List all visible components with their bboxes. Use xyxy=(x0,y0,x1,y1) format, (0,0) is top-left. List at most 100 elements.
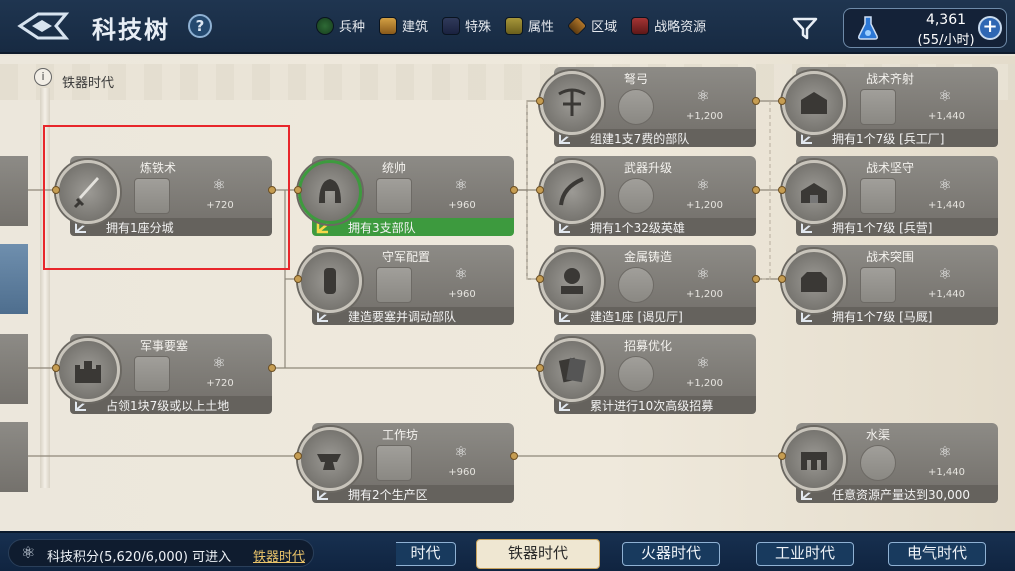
connector-dot xyxy=(778,452,786,460)
legend-label: 区域 xyxy=(591,20,618,35)
tech-cost: +960 xyxy=(448,289,476,300)
connector-dot xyxy=(752,275,760,283)
anvil-icon xyxy=(298,427,362,491)
tab-electric-age[interactable]: 电气时代 xyxy=(888,542,986,566)
top-bar: 科技树 ? 兵种 建筑 特殊 属性 区域 战略资源 4,361 (55/小时) … xyxy=(0,0,1015,54)
tech-card-aqueduct[interactable]: 水渠 ⚛ +1,440 任意资源产量达到30,000 xyxy=(782,423,998,503)
connector-dot xyxy=(536,186,544,194)
tab-iron-age[interactable]: 铁器时代 xyxy=(476,539,600,569)
tech-condition: 组建1支7费的部队 xyxy=(590,132,690,146)
offscreen-card-stub[interactable] xyxy=(0,244,28,314)
atom-icon: ⚛ xyxy=(21,543,36,562)
tech-cost: +720 xyxy=(206,378,234,389)
tech-condition: 拥有1个32级英雄 xyxy=(590,221,685,235)
legend-attribute[interactable]: 属性 xyxy=(505,16,554,35)
unit-swatch-icon xyxy=(316,16,334,35)
tech-card-tactical-volley[interactable]: 战术齐射 ⚛ +1,440 拥有1个7级 [兵工厂] xyxy=(782,67,998,147)
connector-dot xyxy=(752,186,760,194)
tech-name: 工作坊 xyxy=(382,428,419,442)
tech-card-tactical-breakout[interactable]: 战术突围 ⚛ +1,440 拥有1个7级 [马厩] xyxy=(782,245,998,325)
statue-icon xyxy=(540,249,604,313)
region-swatch-icon xyxy=(566,15,588,36)
add-resource-button[interactable]: + xyxy=(978,16,1002,40)
tab-industrial-age[interactable]: 工业时代 xyxy=(756,542,854,566)
connector-dot xyxy=(752,97,760,105)
connector-dot xyxy=(52,364,60,372)
helmet-icon xyxy=(298,160,362,224)
tech-condition: 任意资源产量达到30,000 xyxy=(832,488,970,502)
region-badge-icon xyxy=(376,445,412,481)
tab-firearm-age[interactable]: 火器时代 xyxy=(622,542,720,566)
back-icon[interactable] xyxy=(16,10,72,42)
legend-special[interactable]: 特殊 xyxy=(442,16,491,35)
connector-dot xyxy=(778,275,786,283)
tech-cost: +1,440 xyxy=(928,467,966,478)
atom-icon: ⚛ xyxy=(454,443,468,461)
bottom-bar: ⚛ 科技积分(5,620/6,000) 可进入 铁器时代 时代 铁器时代 火器时… xyxy=(0,531,1015,571)
tech-cost: +1,200 xyxy=(686,200,724,211)
tech-card-fortress[interactable]: 军事要塞 ⚛ +720 占领1块7级或以上土地 xyxy=(56,334,272,414)
filter-icon[interactable] xyxy=(791,14,819,42)
resource-amount: 4,361 xyxy=(925,12,967,28)
legend-label: 特殊 xyxy=(465,20,492,35)
tech-score-text: 科技积分(5,620/6,000) 可进入 xyxy=(47,550,232,565)
tech-card-tactical-hold[interactable]: 战术坚守 ⚛ +1,440 拥有1个7级 [兵营] xyxy=(782,156,998,236)
tech-condition: 建造要塞并调动部队 xyxy=(348,310,457,324)
legend-unit[interactable]: 兵种 xyxy=(316,16,365,35)
building-swatch-icon xyxy=(379,16,398,35)
atom-icon: ⚛ xyxy=(696,354,710,372)
connector-dot xyxy=(510,452,518,460)
legend-label: 建筑 xyxy=(402,20,429,35)
legend-strategic-resource[interactable]: 战略资源 xyxy=(631,16,706,35)
tech-cost: +1,440 xyxy=(928,200,966,211)
tech-condition: 占领1块7级或以上土地 xyxy=(106,399,230,413)
tech-cost: +960 xyxy=(448,467,476,478)
tech-cost: +1,200 xyxy=(686,378,724,389)
tab-prev-era[interactable]: 时代 xyxy=(396,542,456,566)
armory-icon xyxy=(782,71,846,135)
tech-condition: 拥有3支部队 xyxy=(348,221,416,235)
connector-dot xyxy=(536,364,544,372)
tech-name: 守军配置 xyxy=(382,250,431,264)
atom-icon: ⚛ xyxy=(696,265,710,283)
offscreen-card-stub[interactable] xyxy=(0,156,28,226)
help-icon[interactable]: ? xyxy=(188,14,212,38)
unit-badge-icon xyxy=(376,267,412,303)
attribute-badge-icon xyxy=(618,178,654,214)
tech-card-workshop[interactable]: 工作坊 ⚛ +960 拥有2个生产区 xyxy=(298,423,514,503)
tech-cost: +1,200 xyxy=(686,111,724,122)
legend-building[interactable]: 建筑 xyxy=(379,16,428,35)
tech-condition: 拥有1个7级 [兵工厂] xyxy=(832,132,945,146)
tech-condition: 拥有2个生产区 xyxy=(348,488,428,502)
region-badge-icon xyxy=(860,445,896,481)
tech-cost: +960 xyxy=(448,200,476,211)
tech-card-recruit-optimize[interactable]: 招募优化 ⚛ +1,200 累计进行10次高级招募 xyxy=(540,334,756,414)
tech-name: 招募优化 xyxy=(624,339,673,353)
offscreen-card-stub[interactable] xyxy=(0,422,28,492)
atom-icon: ⚛ xyxy=(696,87,710,105)
legend-region[interactable]: 区域 xyxy=(566,15,618,36)
offscreen-card-stub[interactable] xyxy=(0,334,28,404)
tech-cost: +1,440 xyxy=(928,289,966,300)
stable-icon xyxy=(782,249,846,313)
tech-card-metal-casting[interactable]: 金属铸造 ⚛ +1,200 建造1座 [谒见厅] xyxy=(540,245,756,325)
tech-resource-counter: 4,361 (55/小时) + xyxy=(843,8,1007,48)
tech-card-crossbow[interactable]: 弩弓 ⚛ +1,200 组建1支7费的部队 xyxy=(540,67,756,147)
sabre-icon xyxy=(540,160,604,224)
tech-card-garrison[interactable]: 守军配置 ⚛ +960 建造要塞并调动部队 xyxy=(298,245,514,325)
tech-name: 军事要塞 xyxy=(140,339,189,353)
connector-dot xyxy=(268,364,276,372)
tech-condition: 建造1座 [谒见厅] xyxy=(590,310,683,324)
atom-icon: ⚛ xyxy=(938,176,952,194)
tech-name: 水渠 xyxy=(866,428,891,442)
tech-name: 战术坚守 xyxy=(866,161,915,175)
atom-icon: ⚛ xyxy=(938,265,952,283)
attribute-badge-icon xyxy=(860,178,896,214)
enter-era-link[interactable]: 铁器时代 xyxy=(253,546,305,565)
flask-icon xyxy=(858,16,878,40)
tech-card-commander[interactable]: 统帅 ⚛ +960 拥有3支部队 xyxy=(298,156,514,236)
tech-card-weapon-upgrade[interactable]: 武器升级 ⚛ +1,200 拥有1个32级英雄 xyxy=(540,156,756,236)
region-badge-icon xyxy=(134,356,170,392)
legend-label: 兵种 xyxy=(339,20,366,35)
crossbow-icon xyxy=(540,71,604,135)
